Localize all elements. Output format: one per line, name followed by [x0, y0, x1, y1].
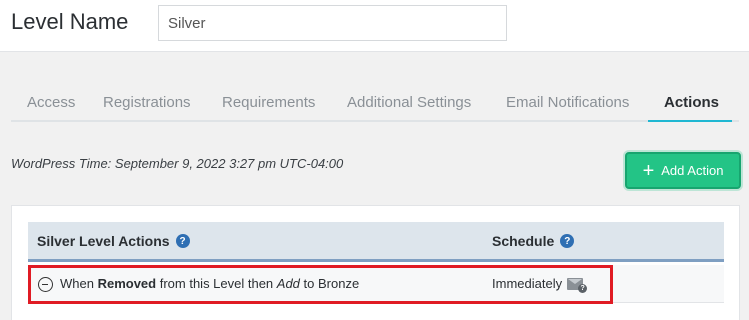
tab-requirements[interactable]: Requirements — [222, 94, 315, 111]
level-name-label: Level Name — [11, 9, 129, 34]
tab-additional-settings[interactable]: Additional Settings — [347, 94, 471, 111]
tab-registrations[interactable]: Registrations — [103, 94, 191, 111]
page-header: Level Name — [0, 0, 749, 52]
wordpress-time: WordPress Time: September 9, 2022 3:27 p… — [11, 156, 344, 171]
row-highlight-box — [28, 265, 613, 304]
tab-access[interactable]: Access — [27, 94, 75, 111]
tab-email-notifications[interactable]: Email Notifications — [506, 94, 629, 111]
column-header-actions: Silver Level Actions ? — [37, 233, 190, 249]
column-header-schedule-label: Schedule — [492, 233, 555, 249]
help-icon[interactable]: ? — [175, 234, 190, 248]
help-icon[interactable]: ? — [560, 234, 575, 248]
tab-bar: Access Registrations Requirements Additi… — [11, 84, 739, 122]
level-name-input[interactable] — [158, 5, 507, 41]
add-action-label: Add Action — [661, 163, 724, 178]
column-header-schedule: Schedule ? — [492, 233, 575, 249]
add-action-button[interactable]: + Add Action — [625, 152, 741, 189]
active-tab-indicator — [648, 120, 732, 122]
actions-panel: Silver Level Actions ? Schedule ? When R… — [11, 205, 740, 320]
table-header: Silver Level Actions ? Schedule ? — [28, 222, 724, 262]
column-header-actions-label: Silver Level Actions — [37, 233, 170, 249]
plus-icon: + — [642, 159, 655, 182]
tab-actions[interactable]: Actions — [664, 94, 719, 111]
